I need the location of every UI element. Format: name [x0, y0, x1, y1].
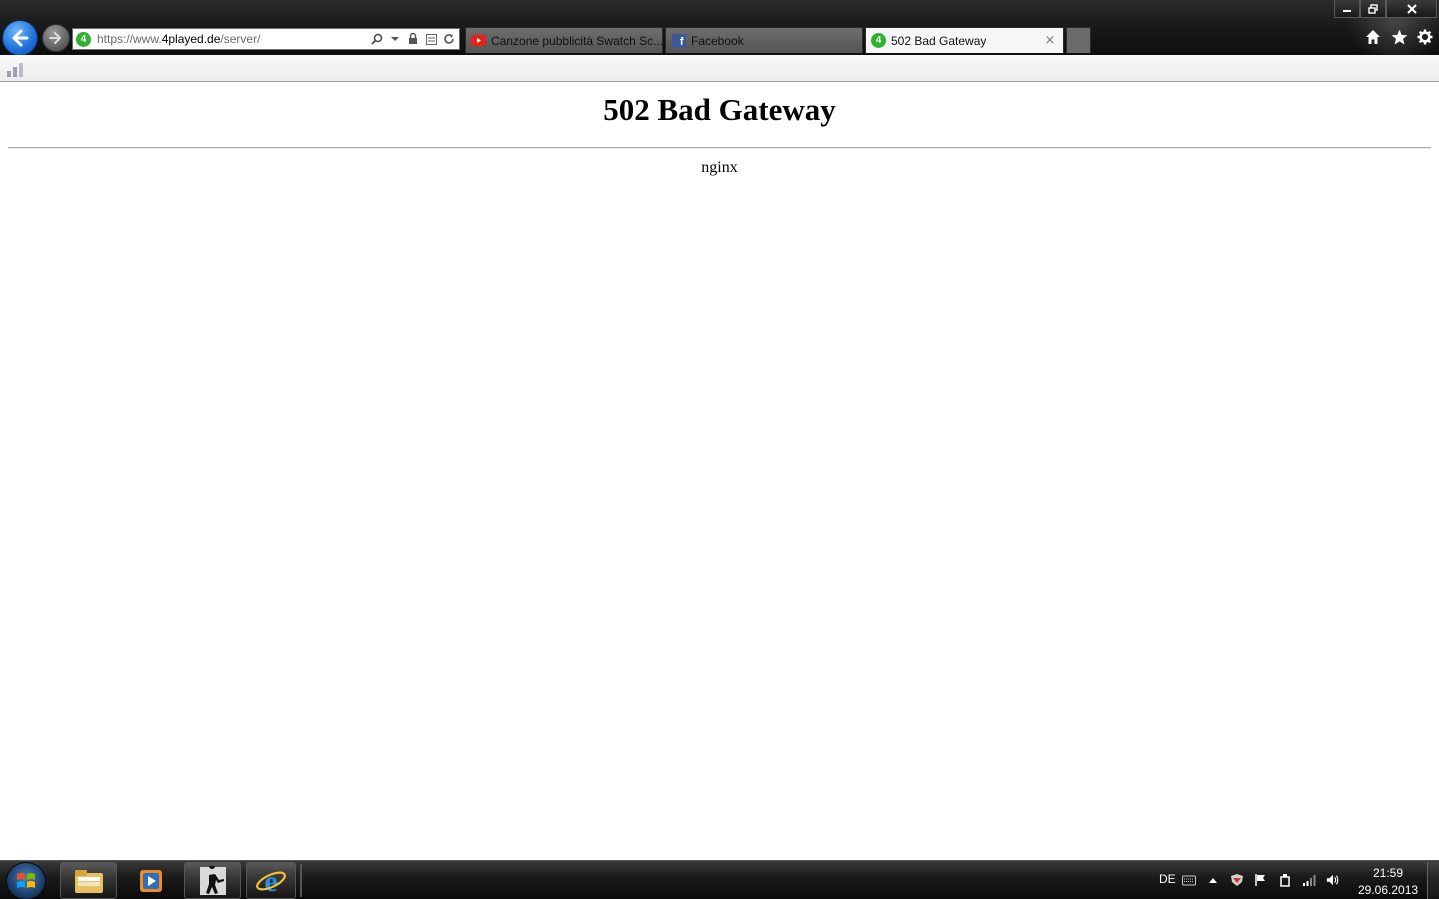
facebook-letter: f — [671, 33, 686, 48]
home-icon[interactable] — [1364, 28, 1382, 46]
shield-icon[interactable] — [1230, 873, 1244, 887]
clock-time[interactable]: 21:59 — [1373, 866, 1403, 880]
taskbar-internet-explorer[interactable]: e — [246, 862, 296, 899]
address-bar[interactable]: 4 https://www.4played.de/server/ — [72, 28, 460, 50]
usb-device-icon[interactable] — [1278, 873, 1292, 887]
settings-gear-icon[interactable] — [1416, 28, 1434, 46]
volume-icon[interactable] — [1326, 873, 1340, 887]
compatibility-view-icon[interactable] — [425, 33, 437, 45]
tab-title: Facebook — [691, 33, 744, 48]
minimize-button[interactable] — [1334, 0, 1360, 18]
restore-icon — [1368, 3, 1378, 14]
language-indicator[interactable]: DE — [1159, 872, 1176, 886]
close-tab-icon[interactable]: × — [1043, 33, 1057, 48]
search-icon[interactable] — [371, 33, 383, 45]
refresh-icon[interactable] — [443, 33, 455, 45]
screen: 4 https://www.4played.de/server/ Canzone… — [0, 0, 1439, 899]
system-tray: DE 21:59 29.06.2013 — [1150, 861, 1435, 899]
toolbar-icons — [1364, 28, 1434, 46]
tab-502-bad-gateway[interactable]: 4 502 Bad Gateway × — [865, 27, 1064, 53]
server-name: nginx — [701, 159, 738, 176]
site-favicon-icon: 4 — [76, 31, 91, 47]
forward-arrow-icon — [49, 32, 61, 44]
taskbar-explorer[interactable] — [60, 862, 117, 899]
window-controls — [1334, 0, 1437, 18]
tab-facebook[interactable]: f Facebook — [665, 27, 863, 53]
url-scheme: https://www. — [97, 32, 162, 46]
explorer-icon — [74, 869, 103, 893]
facebook-icon: f — [671, 33, 686, 48]
restore-button[interactable] — [1360, 0, 1386, 18]
keyboard-icon[interactable] — [1182, 873, 1196, 887]
show-desktop-button[interactable] — [1427, 862, 1439, 899]
url-path: /server/ — [220, 32, 261, 46]
browser-chrome: 4 https://www.4played.de/server/ Canzone… — [0, 0, 1439, 56]
new-tab-button[interactable] — [1066, 27, 1091, 53]
youtube-icon — [471, 33, 486, 48]
forward-button[interactable] — [42, 24, 70, 52]
windows-logo-icon — [17, 873, 35, 888]
4played-icon: 4 — [871, 33, 886, 48]
page-content: 502 Bad Gateway nginx — [0, 82, 1439, 860]
taskbar-media-player[interactable] — [122, 862, 179, 899]
favorites-star-icon[interactable] — [1390, 28, 1408, 46]
lock-icon[interactable] — [407, 33, 419, 45]
close-icon — [1406, 3, 1417, 14]
internet-explorer-icon: e — [256, 866, 286, 896]
clock-date[interactable]: 29.06.2013 — [1358, 883, 1418, 897]
taskbar-counter-strike[interactable] — [184, 862, 241, 899]
back-button[interactable] — [2, 20, 38, 56]
tab-title: Canzone pubblicità Swatch Sc... — [491, 33, 662, 48]
tab-youtube[interactable]: Canzone pubblicità Swatch Sc... — [465, 27, 663, 53]
media-player-icon — [139, 869, 162, 892]
close-window-button[interactable] — [1386, 0, 1437, 18]
back-arrow-icon — [12, 29, 29, 47]
tab-title: 502 Bad Gateway — [891, 33, 987, 48]
signal-bars-icon[interactable] — [6, 61, 26, 77]
page-title: 502 Bad Gateway — [603, 92, 836, 127]
dropdown-icon[interactable] — [389, 33, 401, 45]
action-center-flag-icon[interactable] — [1254, 873, 1268, 887]
show-hidden-icons-icon[interactable] — [1206, 873, 1220, 887]
taskbar-separator — [300, 864, 302, 897]
network-signal-icon[interactable] — [1302, 873, 1316, 887]
4played-letter: 4 — [871, 33, 886, 48]
url-domain: 4played.de — [161, 32, 221, 46]
svg-text:e: e — [264, 866, 277, 896]
counter-strike-icon — [199, 865, 226, 895]
url-text[interactable]: https://www.4played.de/server/ — [97, 32, 371, 46]
horizontal-rule — [8, 147, 1431, 149]
minimize-icon — [1343, 9, 1351, 12]
command-bar — [0, 55, 1439, 82]
start-button[interactable] — [6, 862, 46, 899]
taskbar: e DE 21:59 29.06.2013 — [0, 860, 1439, 899]
